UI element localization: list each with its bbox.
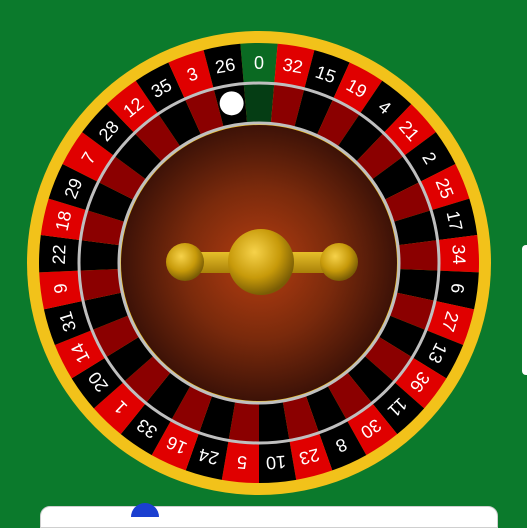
pocket-inner-34	[397, 240, 439, 271]
roulette-ball	[219, 91, 244, 116]
roulette-wheel-graphic: 0 32 1519421225173462713361130823105241633…	[27, 31, 491, 495]
pocket-label-0: 0	[254, 53, 264, 73]
turret-left-knob	[166, 243, 204, 281]
bottom-panel	[40, 503, 498, 528]
pocket-label-34: 34	[448, 244, 469, 265]
turret-right-knob	[320, 243, 358, 281]
pocket-label-17: 17	[443, 209, 467, 233]
pocket-label-26: 26	[214, 54, 237, 77]
pocket-label-5: 5	[236, 452, 248, 473]
pocket-label-32: 32	[281, 54, 304, 77]
roulette-wheel[interactable]: 0 32 15 19 4 21 2 25 17 34 6 27 13 36 11 30 8 23 10 5 24 16 33…	[0, 0, 527, 511]
pocket-label-10: 10	[265, 451, 287, 473]
panel-indicator	[131, 503, 159, 517]
pocket-label-22: 22	[49, 244, 70, 265]
pocket-inner-0	[243, 83, 275, 124]
turret-center-knob[interactable]	[228, 229, 294, 295]
side-panel-edge	[522, 245, 527, 375]
pocket-inner-22	[79, 240, 121, 271]
pocket-label-18: 18	[52, 209, 76, 233]
